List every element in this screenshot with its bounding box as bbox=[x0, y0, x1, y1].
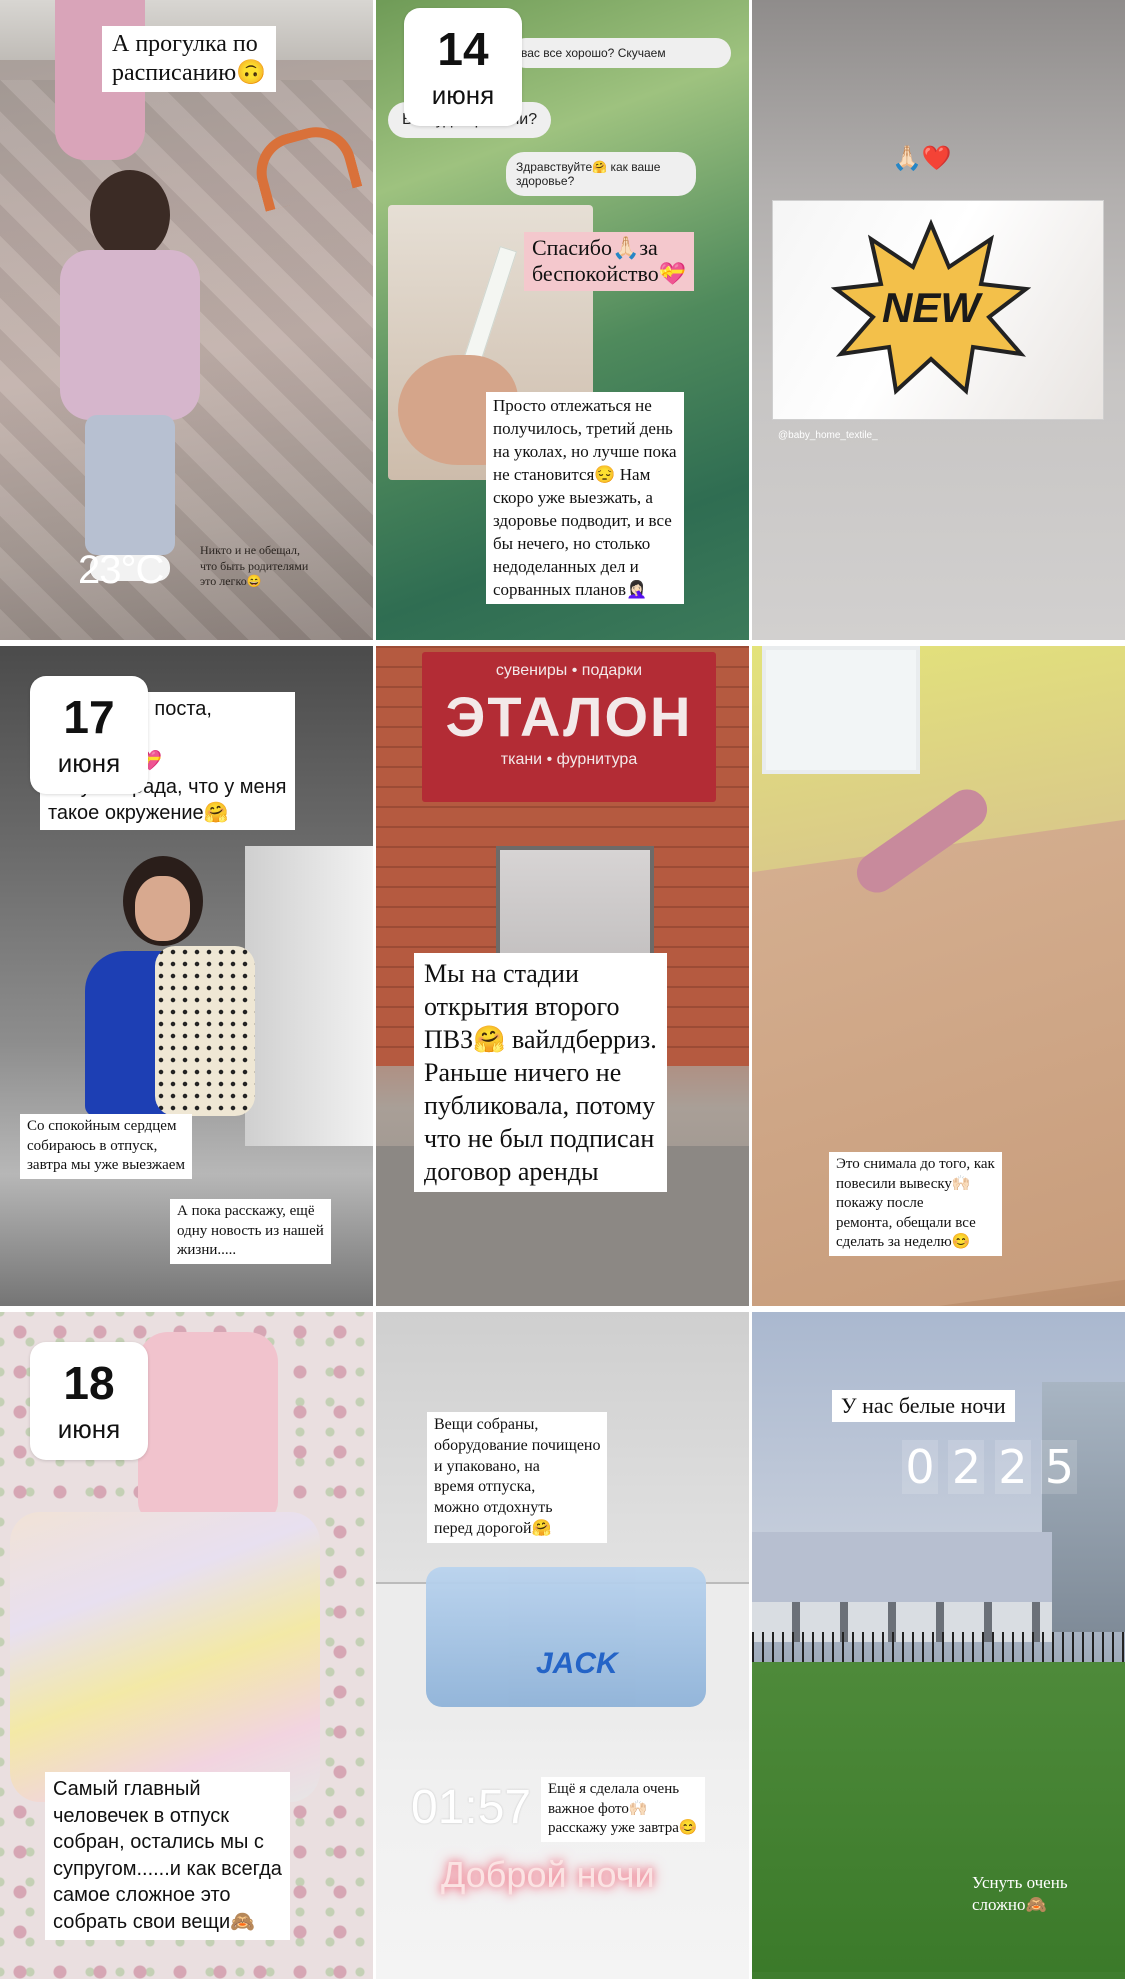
sign-top: сувениры • подарки bbox=[495, 662, 643, 679]
story-note: Уснуть очень сложно🙈 bbox=[972, 1873, 1068, 1915]
window-light bbox=[245, 846, 373, 1146]
stories-grid: А прогулка по расписанию🙃 23°C Никто и н… bbox=[0, 0, 1125, 1979]
new-photo: NEW bbox=[772, 200, 1104, 420]
story-tile-machine[interactable]: JACK Вещи собраны, оборудование почищено… bbox=[376, 1312, 749, 1979]
story-tile-room[interactable]: Это снимала до того, как повесили вывеск… bbox=[752, 646, 1125, 1306]
lawn bbox=[752, 1662, 1125, 1972]
new-label: NEW bbox=[882, 284, 980, 331]
clock-digit-1: 0 bbox=[902, 1440, 938, 1494]
mention-tag: @baby_home_textile_ bbox=[778, 430, 878, 441]
story-caption: Просто отлежаться не получилось, третий … bbox=[486, 392, 684, 605]
sign-bottom: ткани • фурнитура bbox=[500, 751, 638, 768]
emoji-reaction: 🙏🏻❤️ bbox=[892, 145, 952, 172]
temperature-label: 23°C bbox=[78, 548, 164, 592]
date-badge: 14 июня bbox=[404, 8, 522, 126]
date-month: июня bbox=[431, 80, 495, 110]
story-tile-new[interactable]: 🙏🏻❤️ NEW @baby_home_textile_ bbox=[752, 0, 1125, 640]
clothes-pile bbox=[10, 1512, 320, 1802]
story-caption: Вещи собраны, оборудование почищено и уп… bbox=[427, 1412, 608, 1543]
story-note: Никто и не обещал, что быть родителями э… bbox=[200, 543, 309, 589]
woman-figure bbox=[85, 856, 255, 1116]
store-sign: сувениры • подарки ЭТАЛОН ткани • фурнит… bbox=[422, 652, 716, 802]
time-label: 01:57 bbox=[411, 1781, 532, 1834]
date-badge: 18 июня bbox=[30, 1342, 148, 1460]
date-day: 18 bbox=[63, 1357, 115, 1409]
story-caption-3: А пока расскажу, ещё одну новость из наш… bbox=[170, 1199, 331, 1264]
distant-buildings bbox=[752, 1532, 1052, 1612]
story-tile-white-nights[interactable]: У нас белые ночи 0 2 2 5 Уснуть очень сл… bbox=[752, 1312, 1125, 1979]
pink-backpack bbox=[138, 1332, 278, 1522]
sewing-machine: JACK bbox=[426, 1567, 706, 1707]
flip-clock: 0 2 2 5 bbox=[902, 1440, 1092, 1500]
date-month: июня bbox=[57, 1414, 121, 1444]
sign-main: ЭТАЛОН bbox=[445, 685, 693, 748]
child-figure bbox=[60, 170, 200, 590]
story-caption: Мы на стадии открытия второго ПВЗ🤗 вайлд… bbox=[414, 953, 667, 1193]
story-caption: Самый главный человечек в отпуск собран,… bbox=[45, 1772, 290, 1940]
good-night-label: Доброй ночи bbox=[441, 1854, 655, 1895]
date-day: 17 bbox=[63, 691, 115, 743]
story-tile-health[interactable]: вас все хорошо? Скучаем Вы куда пропали?… bbox=[376, 0, 749, 640]
clock-digit-3: 2 bbox=[994, 1440, 1031, 1494]
fence bbox=[752, 1632, 1125, 1662]
chat-bubble-3: Здравствуйте🤗 как ваше здоровье? bbox=[506, 152, 696, 196]
story-caption: Это снимала до того, как повесили вывеск… bbox=[829, 1152, 1002, 1256]
starburst-icon: NEW bbox=[830, 218, 1032, 399]
story-caption-2: Ещё я сделала очень важное фото🙌🏻 расска… bbox=[541, 1777, 705, 1842]
date-day: 14 bbox=[437, 23, 489, 75]
building bbox=[1042, 1382, 1125, 1632]
story-caption-pink: Спасибо🙏🏻за беспокойство💝 bbox=[524, 232, 695, 291]
brand-label: JACK bbox=[536, 1647, 618, 1680]
clock-digit-4: 5 bbox=[1041, 1440, 1078, 1494]
date-month: июня bbox=[57, 748, 121, 778]
story-tile-walk[interactable]: А прогулка по расписанию🙃 23°C Никто и н… bbox=[0, 0, 373, 640]
story-caption-2: Со спокойным сердцем собираюсь в отпуск,… bbox=[20, 1114, 192, 1179]
clock-digit-2: 2 bbox=[948, 1440, 985, 1494]
story-tile-packing[interactable]: 18 июня Самый главный человечек в отпуск… bbox=[0, 1312, 373, 1979]
story-tile-thanks[interactable]: ...следнего поста, ...такую ...у от вас💝… bbox=[0, 646, 373, 1306]
chat-bubble-1: вас все хорошо? Скучаем bbox=[511, 38, 731, 68]
story-tile-store[interactable]: сувениры • подарки ЭТАЛОН ткани • фурнит… bbox=[376, 646, 749, 1306]
story-caption: У нас белые ночи bbox=[832, 1390, 1015, 1423]
date-badge: 17 июня bbox=[30, 676, 148, 794]
window-pane bbox=[762, 646, 920, 774]
story-caption: А прогулка по расписанию🙃 bbox=[102, 26, 277, 92]
